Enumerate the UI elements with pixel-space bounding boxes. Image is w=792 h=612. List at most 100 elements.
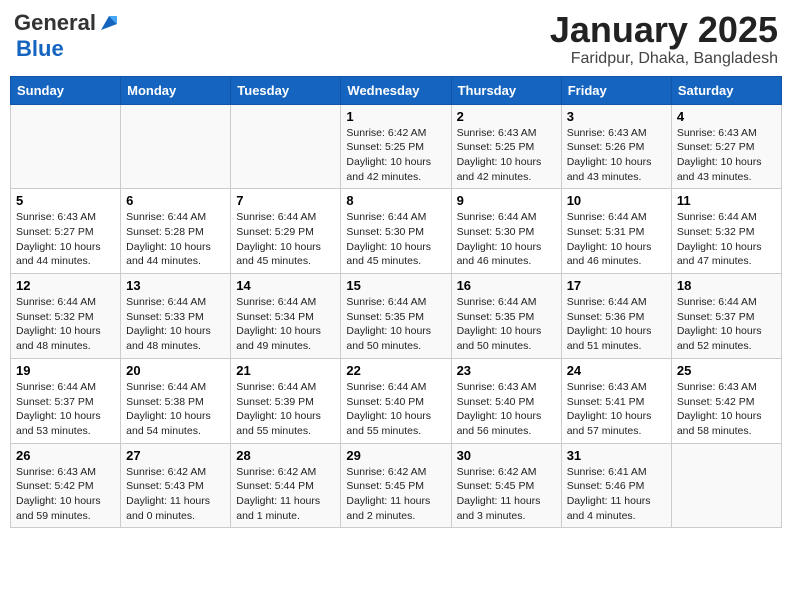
day-number: 25	[677, 363, 776, 378]
day-info: Sunrise: 6:44 AMSunset: 5:36 PMDaylight:…	[567, 295, 666, 354]
calendar-cell: 12Sunrise: 6:44 AMSunset: 5:32 PMDayligh…	[11, 274, 121, 359]
logo-blue: Blue	[16, 36, 64, 62]
day-header-sunday: Sunday	[11, 76, 121, 104]
day-info: Sunrise: 6:42 AMSunset: 5:25 PMDaylight:…	[346, 126, 445, 185]
day-info: Sunrise: 6:43 AMSunset: 5:42 PMDaylight:…	[16, 465, 115, 524]
calendar-cell: 5 Sunrise: 6:43 AMSunset: 5:27 PMDaylight…	[11, 189, 121, 274]
day-info: Sunrise: 6:44 AMSunset: 5:33 PMDaylight:…	[126, 295, 225, 354]
day-info: Sunrise: 6:44 AMSunset: 5:37 PMDaylight:…	[677, 295, 776, 354]
calendar-table: SundayMondayTuesdayWednesdayThursdayFrid…	[10, 76, 782, 529]
calendar-cell	[671, 443, 781, 528]
day-info: Sunrise: 6:43 AMSunset: 5:26 PMDaylight:…	[567, 126, 666, 185]
calendar-cell: 15Sunrise: 6:44 AMSunset: 5:35 PMDayligh…	[341, 274, 451, 359]
calendar-cell: 13Sunrise: 6:44 AMSunset: 5:33 PMDayligh…	[121, 274, 231, 359]
day-number: 11	[677, 193, 776, 208]
day-info: Sunrise: 6:43 AMSunset: 5:25 PMDaylight:…	[457, 126, 556, 185]
calendar-cell: 27 Sunrise: 6:42 AMSunset: 5:43 PMDayligh…	[121, 443, 231, 528]
day-info: Sunrise: 6:44 AMSunset: 5:32 PMDaylight:…	[677, 210, 776, 269]
day-info: Sunrise: 6:43 AMSunset: 5:42 PMDaylight:…	[677, 380, 776, 439]
day-header-saturday: Saturday	[671, 76, 781, 104]
calendar-cell	[11, 104, 121, 189]
calendar-cell: 25 Sunrise: 6:43 AMSunset: 5:42 PMDayligh…	[671, 358, 781, 443]
calendar-cell: 17 Sunrise: 6:44 AMSunset: 5:36 PMDayligh…	[561, 274, 671, 359]
day-number: 2	[457, 109, 556, 124]
day-number: 27	[126, 448, 225, 463]
day-number: 24	[567, 363, 666, 378]
day-number: 14	[236, 278, 335, 293]
day-info: Sunrise: 6:43 AMSunset: 5:27 PMDaylight:…	[16, 210, 115, 269]
day-info: Sunrise: 6:44 AMSunset: 5:35 PMDaylight:…	[457, 295, 556, 354]
day-number: 3	[567, 109, 666, 124]
day-number: 10	[567, 193, 666, 208]
day-number: 1	[346, 109, 445, 124]
calendar-week-row: 12Sunrise: 6:44 AMSunset: 5:32 PMDayligh…	[11, 274, 782, 359]
day-number: 26	[16, 448, 115, 463]
day-info: Sunrise: 6:44 AMSunset: 5:29 PMDaylight:…	[236, 210, 335, 269]
day-number: 29	[346, 448, 445, 463]
day-info: Sunrise: 6:44 AMSunset: 5:40 PMDaylight:…	[346, 380, 445, 439]
day-info: Sunrise: 6:42 AMSunset: 5:45 PMDaylight:…	[457, 465, 556, 524]
day-number: 9	[457, 193, 556, 208]
day-number: 8	[346, 193, 445, 208]
day-number: 17	[567, 278, 666, 293]
day-info: Sunrise: 6:43 AMSunset: 5:41 PMDaylight:…	[567, 380, 666, 439]
calendar-cell: 3 Sunrise: 6:43 AMSunset: 5:26 PMDaylight…	[561, 104, 671, 189]
day-header-friday: Friday	[561, 76, 671, 104]
calendar-week-row: 1 Sunrise: 6:42 AMSunset: 5:25 PMDaylight…	[11, 104, 782, 189]
page-header: General Blue January 2025 Faridpur, Dhak…	[10, 10, 782, 68]
calendar-cell: 26 Sunrise: 6:43 AMSunset: 5:42 PMDayligh…	[11, 443, 121, 528]
title-area: January 2025 Faridpur, Dhaka, Bangladesh	[550, 10, 778, 68]
day-number: 31	[567, 448, 666, 463]
calendar-header-row: SundayMondayTuesdayWednesdayThursdayFrid…	[11, 76, 782, 104]
calendar-cell: 9 Sunrise: 6:44 AMSunset: 5:30 PMDaylight…	[451, 189, 561, 274]
day-number: 18	[677, 278, 776, 293]
day-number: 21	[236, 363, 335, 378]
logo-icon	[97, 14, 119, 32]
calendar-week-row: 5 Sunrise: 6:43 AMSunset: 5:27 PMDaylight…	[11, 189, 782, 274]
calendar-cell: 30 Sunrise: 6:42 AMSunset: 5:45 PMDayligh…	[451, 443, 561, 528]
calendar-cell: 31Sunrise: 6:41 AMSunset: 5:46 PMDayligh…	[561, 443, 671, 528]
day-info: Sunrise: 6:44 AMSunset: 5:31 PMDaylight:…	[567, 210, 666, 269]
day-number: 20	[126, 363, 225, 378]
day-info: Sunrise: 6:43 AMSunset: 5:27 PMDaylight:…	[677, 126, 776, 185]
calendar-cell: 24 Sunrise: 6:43 AMSunset: 5:41 PMDayligh…	[561, 358, 671, 443]
calendar-cell: 4 Sunrise: 6:43 AMSunset: 5:27 PMDaylight…	[671, 104, 781, 189]
calendar-subtitle: Faridpur, Dhaka, Bangladesh	[550, 50, 778, 68]
day-number: 23	[457, 363, 556, 378]
logo-general: General	[14, 10, 96, 36]
day-header-wednesday: Wednesday	[341, 76, 451, 104]
calendar-cell: 22 Sunrise: 6:44 AMSunset: 5:40 PMDayligh…	[341, 358, 451, 443]
day-info: Sunrise: 6:44 AMSunset: 5:37 PMDaylight:…	[16, 380, 115, 439]
day-header-monday: Monday	[121, 76, 231, 104]
calendar-cell	[231, 104, 341, 189]
calendar-cell: 18 Sunrise: 6:44 AMSunset: 5:37 PMDayligh…	[671, 274, 781, 359]
day-number: 6	[126, 193, 225, 208]
calendar-cell: 2 Sunrise: 6:43 AMSunset: 5:25 PMDaylight…	[451, 104, 561, 189]
day-info: Sunrise: 6:43 AMSunset: 5:40 PMDaylight:…	[457, 380, 556, 439]
day-number: 19	[16, 363, 115, 378]
day-number: 22	[346, 363, 445, 378]
calendar-cell: 14Sunrise: 6:44 AMSunset: 5:34 PMDayligh…	[231, 274, 341, 359]
calendar-cell: 10 Sunrise: 6:44 AMSunset: 5:31 PMDayligh…	[561, 189, 671, 274]
day-info: Sunrise: 6:44 AMSunset: 5:38 PMDaylight:…	[126, 380, 225, 439]
calendar-cell: 28 Sunrise: 6:42 AMSunset: 5:44 PMDayligh…	[231, 443, 341, 528]
day-number: 28	[236, 448, 335, 463]
day-info: Sunrise: 6:44 AMSunset: 5:30 PMDaylight:…	[457, 210, 556, 269]
day-number: 15	[346, 278, 445, 293]
calendar-cell: 6Sunrise: 6:44 AMSunset: 5:28 PMDaylight…	[121, 189, 231, 274]
calendar-cell: 16Sunrise: 6:44 AMSunset: 5:35 PMDayligh…	[451, 274, 561, 359]
day-info: Sunrise: 6:42 AMSunset: 5:43 PMDaylight:…	[126, 465, 225, 524]
calendar-cell: 23 Sunrise: 6:43 AMSunset: 5:40 PMDayligh…	[451, 358, 561, 443]
day-info: Sunrise: 6:44 AMSunset: 5:30 PMDaylight:…	[346, 210, 445, 269]
calendar-cell: 29 Sunrise: 6:42 AMSunset: 5:45 PMDayligh…	[341, 443, 451, 528]
day-info: Sunrise: 6:44 AMSunset: 5:39 PMDaylight:…	[236, 380, 335, 439]
day-number: 30	[457, 448, 556, 463]
calendar-cell: 21 Sunrise: 6:44 AMSunset: 5:39 PMDayligh…	[231, 358, 341, 443]
day-info: Sunrise: 6:42 AMSunset: 5:44 PMDaylight:…	[236, 465, 335, 524]
day-info: Sunrise: 6:42 AMSunset: 5:45 PMDaylight:…	[346, 465, 445, 524]
day-number: 7	[236, 193, 335, 208]
calendar-cell: 20 Sunrise: 6:44 AMSunset: 5:38 PMDayligh…	[121, 358, 231, 443]
day-number: 4	[677, 109, 776, 124]
day-header-thursday: Thursday	[451, 76, 561, 104]
day-number: 5	[16, 193, 115, 208]
